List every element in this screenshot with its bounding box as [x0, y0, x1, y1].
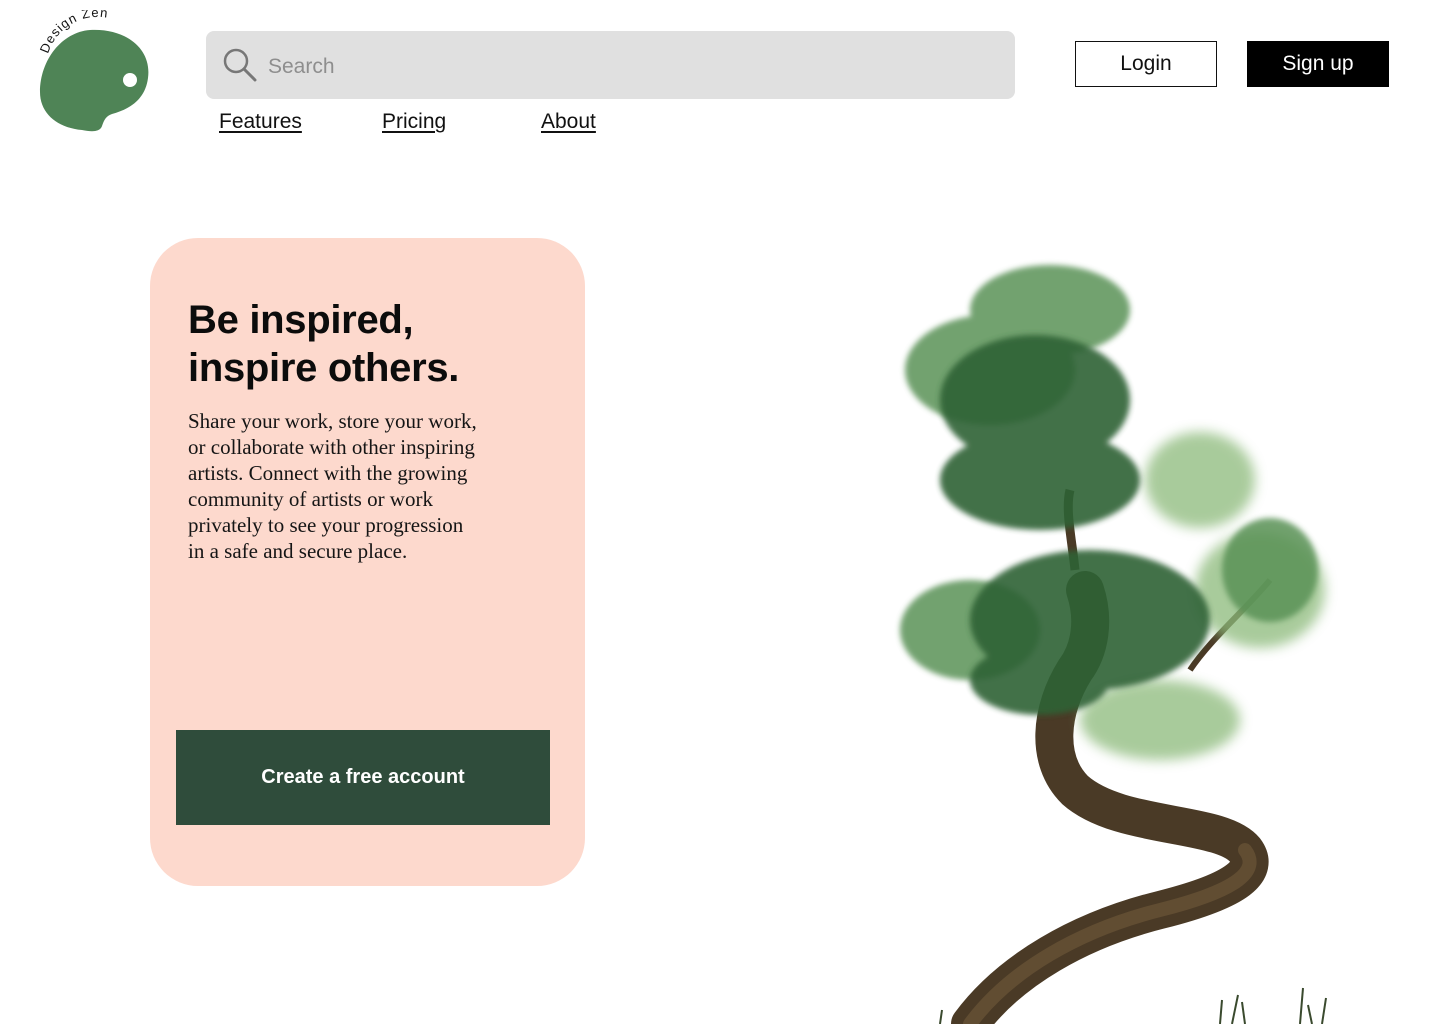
nav-link-about[interactable]: About: [541, 110, 596, 134]
login-button[interactable]: Login: [1075, 41, 1217, 87]
signup-button[interactable]: Sign up: [1247, 41, 1389, 87]
brand-logo[interactable]: Design Zen: [30, 10, 160, 135]
search-icon: [223, 48, 257, 82]
search-bar[interactable]: [206, 31, 1015, 99]
nav-link-pricing[interactable]: Pricing: [382, 110, 446, 134]
bonsai-tree-icon: [900, 265, 1327, 1024]
nav-link-features[interactable]: Features: [219, 110, 302, 134]
create-account-button[interactable]: Create a free account: [176, 730, 550, 825]
tree-illustration: [860, 250, 1360, 1024]
hero-title-line2: inspire others.: [188, 346, 460, 390]
search-input[interactable]: [268, 47, 968, 87]
hero-title-line1: Be inspired,: [188, 298, 414, 342]
landing-page: Design Zen Features Pricing About Login …: [0, 0, 1440, 1024]
palette-logo-icon: Design Zen: [37, 10, 149, 132]
hero-title: Be inspired, inspire others.: [188, 296, 568, 392]
hero-description: Share your work, store your work, or col…: [188, 409, 477, 563]
hero-card: Be inspired, inspire others. Share your …: [150, 238, 585, 886]
